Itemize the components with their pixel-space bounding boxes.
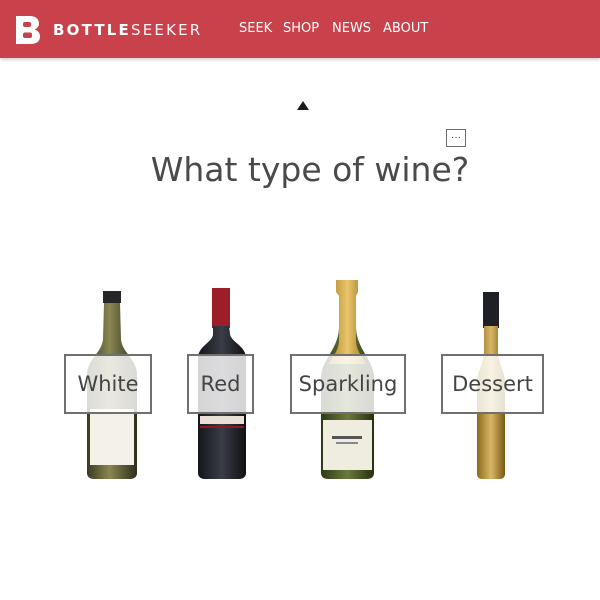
option-dessert-button[interactable]: Dessert xyxy=(441,354,544,414)
caret-up-icon[interactable] xyxy=(297,101,309,110)
option-red-button[interactable]: Red xyxy=(187,354,254,414)
brand-light-text: SEEKER xyxy=(131,21,203,39)
nav-about[interactable]: ABOUT xyxy=(383,21,428,36)
top-navbar: BOTTLESEEKER SEEK SHOP NEWS ABOUT xyxy=(0,0,600,58)
option-white-button[interactable]: White xyxy=(64,354,152,414)
brand-bold-text: BOTTLE xyxy=(53,21,131,39)
nav-seek[interactable]: SEEK xyxy=(239,21,272,36)
nav-shop[interactable]: SHOP xyxy=(283,21,319,36)
option-sparkling-button[interactable]: Sparkling xyxy=(290,354,406,414)
nav-news[interactable]: NEWS xyxy=(332,21,371,36)
more-options-icon[interactable]: ··· xyxy=(446,129,466,147)
question-title: What type of wine? xyxy=(150,150,470,189)
logo-b-icon[interactable] xyxy=(16,16,40,44)
brand-name[interactable]: BOTTLESEEKER xyxy=(53,21,202,39)
